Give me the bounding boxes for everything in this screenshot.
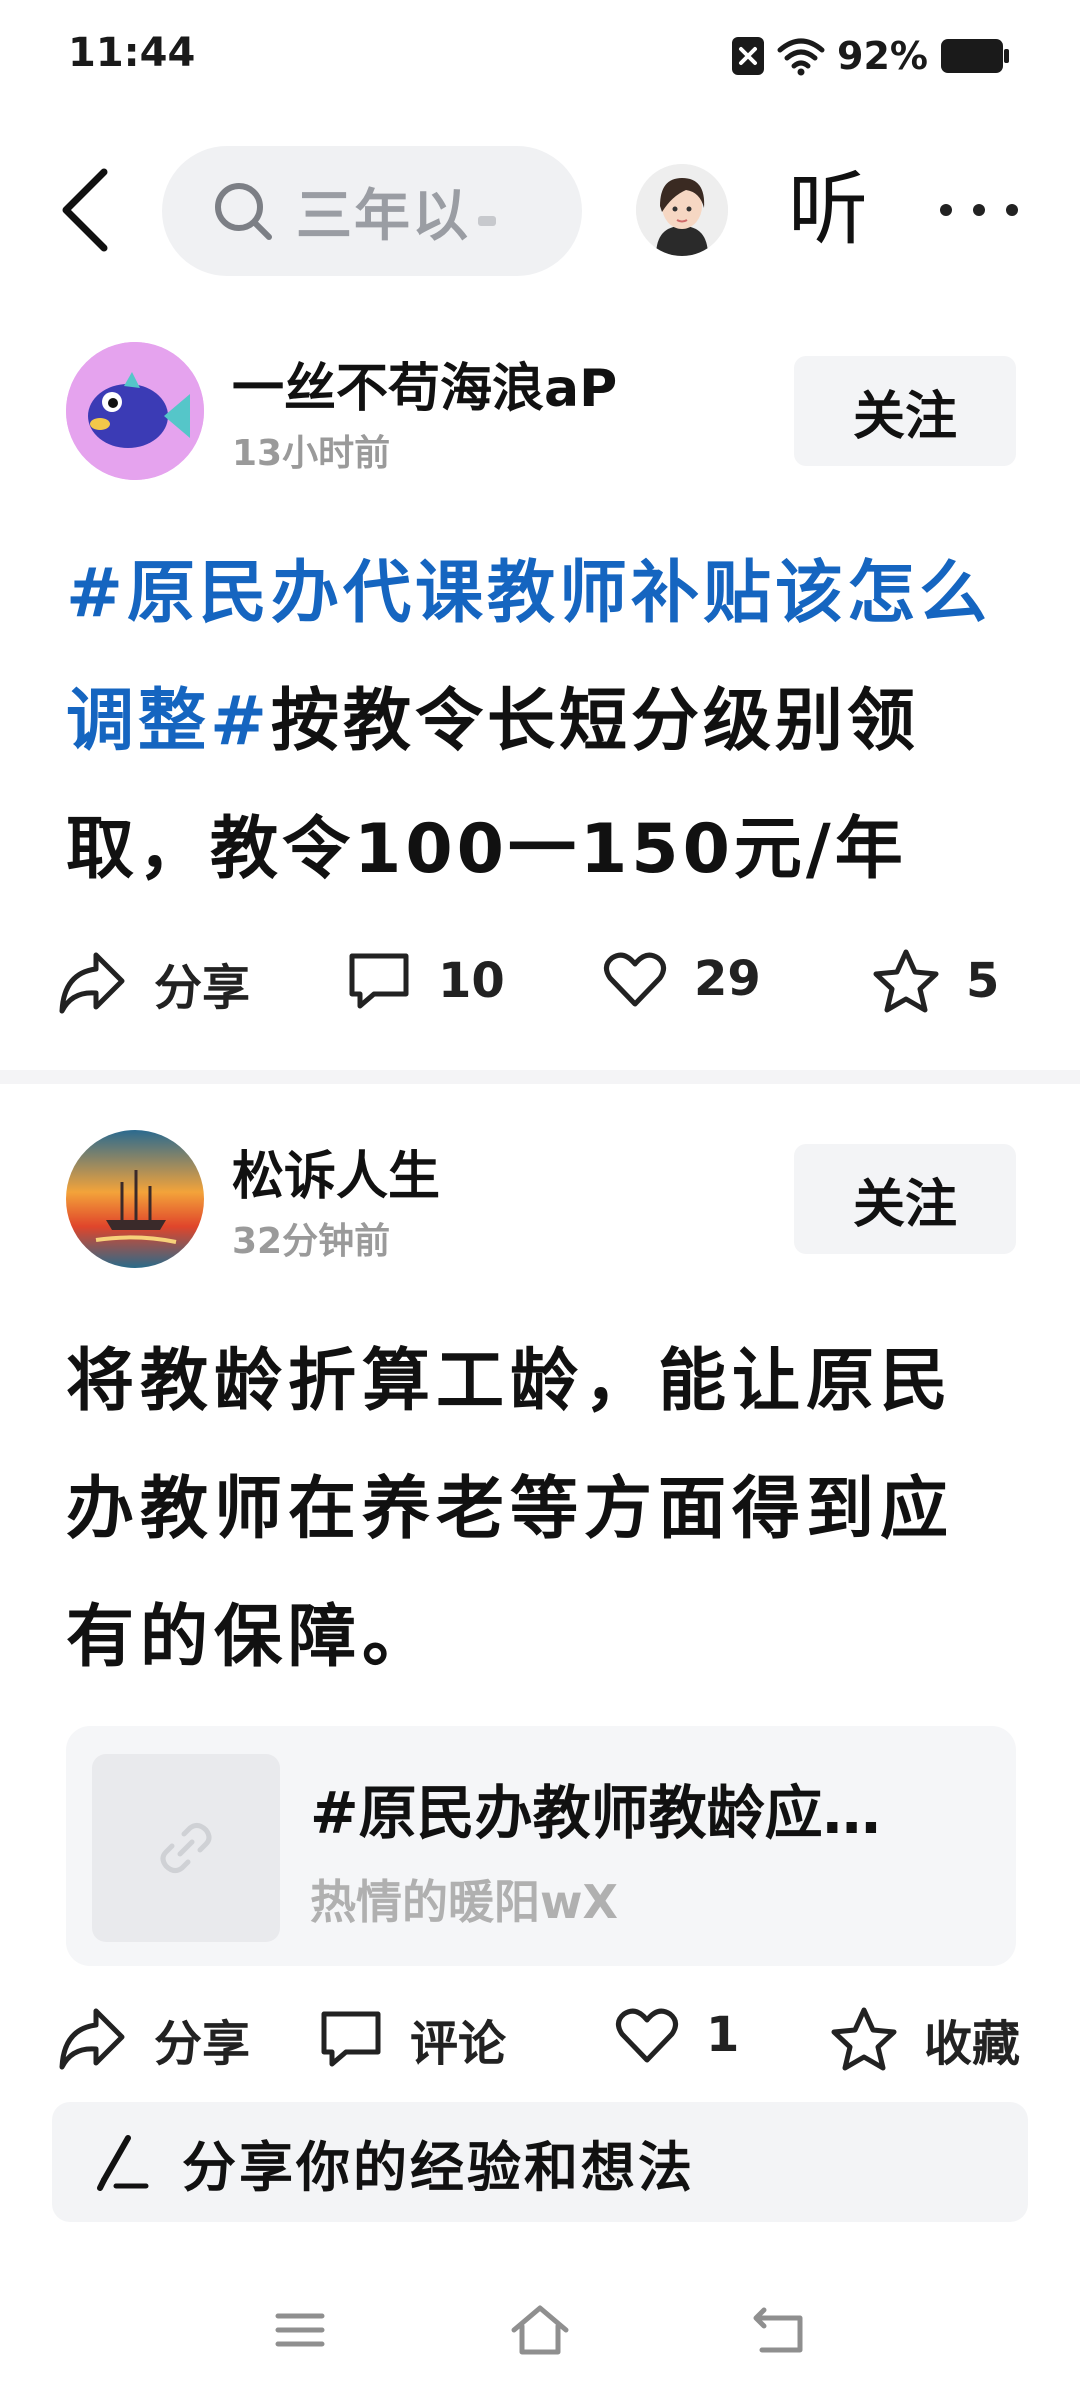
post-content[interactable]: #原民办代课教师补贴该怎么调整#按教令长短分级别领取，教令100一150元/年 [66, 530, 1006, 914]
share-icon [59, 952, 125, 1014]
menu-icon [275, 2313, 325, 2347]
comment-placeholder: 分享你的经验和想法 [182, 2135, 695, 2199]
quote-thumbnail [92, 1754, 280, 1942]
comment-icon [349, 953, 409, 1009]
quoted-post-card[interactable]: #原民办教师教龄应… 热情的暖阳wX [66, 1726, 1016, 1966]
search-bar[interactable]: 三年以 [162, 146, 582, 276]
dot-icon [1006, 204, 1018, 216]
share-icon [59, 2008, 125, 2070]
home-icon [511, 2305, 569, 2355]
wifi-icon [777, 38, 825, 76]
user-avatar[interactable] [636, 164, 728, 256]
star-icon [831, 2007, 897, 2071]
favorite-label: 收藏 [924, 2016, 1021, 2072]
comment-button[interactable]: 10 [346, 948, 505, 1014]
heart-icon [604, 952, 666, 1007]
dot-icon [940, 204, 952, 216]
more-options-button[interactable] [940, 170, 1018, 250]
author-avatar[interactable] [66, 1130, 204, 1268]
back-nav-button[interactable] [750, 2300, 810, 2380]
favorite-button[interactable]: 收藏 [830, 2004, 1020, 2074]
comment-count: 10 [438, 953, 505, 1009]
follow-button[interactable]: 关注 [794, 356, 1016, 466]
search-ellipsis [478, 216, 496, 226]
fish-avatar-icon [66, 342, 204, 480]
favorite-button[interactable]: 5 [872, 948, 999, 1014]
status-icons: 92% [731, 34, 1010, 78]
listen-button[interactable]: 听 [788, 160, 868, 260]
share-label: 分享 [154, 2016, 251, 2072]
like-count: 29 [694, 951, 761, 1007]
menu-nav-button[interactable] [272, 2300, 328, 2380]
comment-button[interactable]: 评论 [318, 2004, 506, 2074]
comment-label: 评论 [410, 2016, 507, 2072]
dot-icon [973, 204, 985, 216]
quote-title: #原民办教师教龄应… [310, 1779, 881, 1847]
back-button[interactable] [56, 160, 116, 260]
post-time: 13小时前 [232, 433, 391, 474]
search-query: 三年以 [296, 183, 470, 249]
sunset-boat-avatar-icon [66, 1130, 204, 1268]
author-name[interactable]: 一丝不苟海浪aP [232, 346, 617, 421]
share-button[interactable]: 分享 [56, 2004, 250, 2074]
like-button[interactable]: 29 [602, 948, 761, 1010]
sim-off-icon [732, 37, 765, 75]
author-avatar[interactable] [66, 342, 204, 480]
heart-icon [616, 2008, 678, 2063]
star-icon [873, 949, 939, 1013]
share-label: 分享 [154, 960, 251, 1016]
pen-icon [97, 2135, 149, 2191]
battery-icon [941, 39, 1009, 73]
comment-icon [321, 2011, 381, 2067]
post-content[interactable]: 将教龄折算工龄，能让原民办教师在养老等方面得到应有的保障。 [66, 1318, 1026, 1702]
post-divider [0, 1070, 1080, 1084]
author-name[interactable]: 松诉人生 [232, 1134, 440, 1209]
comment-input[interactable]: 分享你的经验和想法 [52, 2102, 1028, 2222]
post-time: 32分钟前 [232, 1221, 391, 1262]
home-nav-button[interactable] [508, 2300, 572, 2380]
favorite-count: 5 [966, 953, 1000, 1009]
battery-percent: 92% [837, 34, 928, 78]
back-arrow-icon [753, 2307, 803, 2353]
like-button[interactable]: 1 [614, 2004, 739, 2066]
chevron-left-icon [62, 168, 108, 252]
search-icon [215, 183, 272, 240]
like-count: 1 [706, 2007, 740, 2063]
quote-author: 热情的暖阳wX [310, 1875, 618, 1929]
link-icon [160, 1822, 212, 1874]
follow-button[interactable]: 关注 [794, 1144, 1016, 1254]
avatar-illustration [636, 164, 728, 256]
status-time: 11:44 [68, 30, 196, 76]
share-button[interactable]: 分享 [56, 948, 250, 1018]
